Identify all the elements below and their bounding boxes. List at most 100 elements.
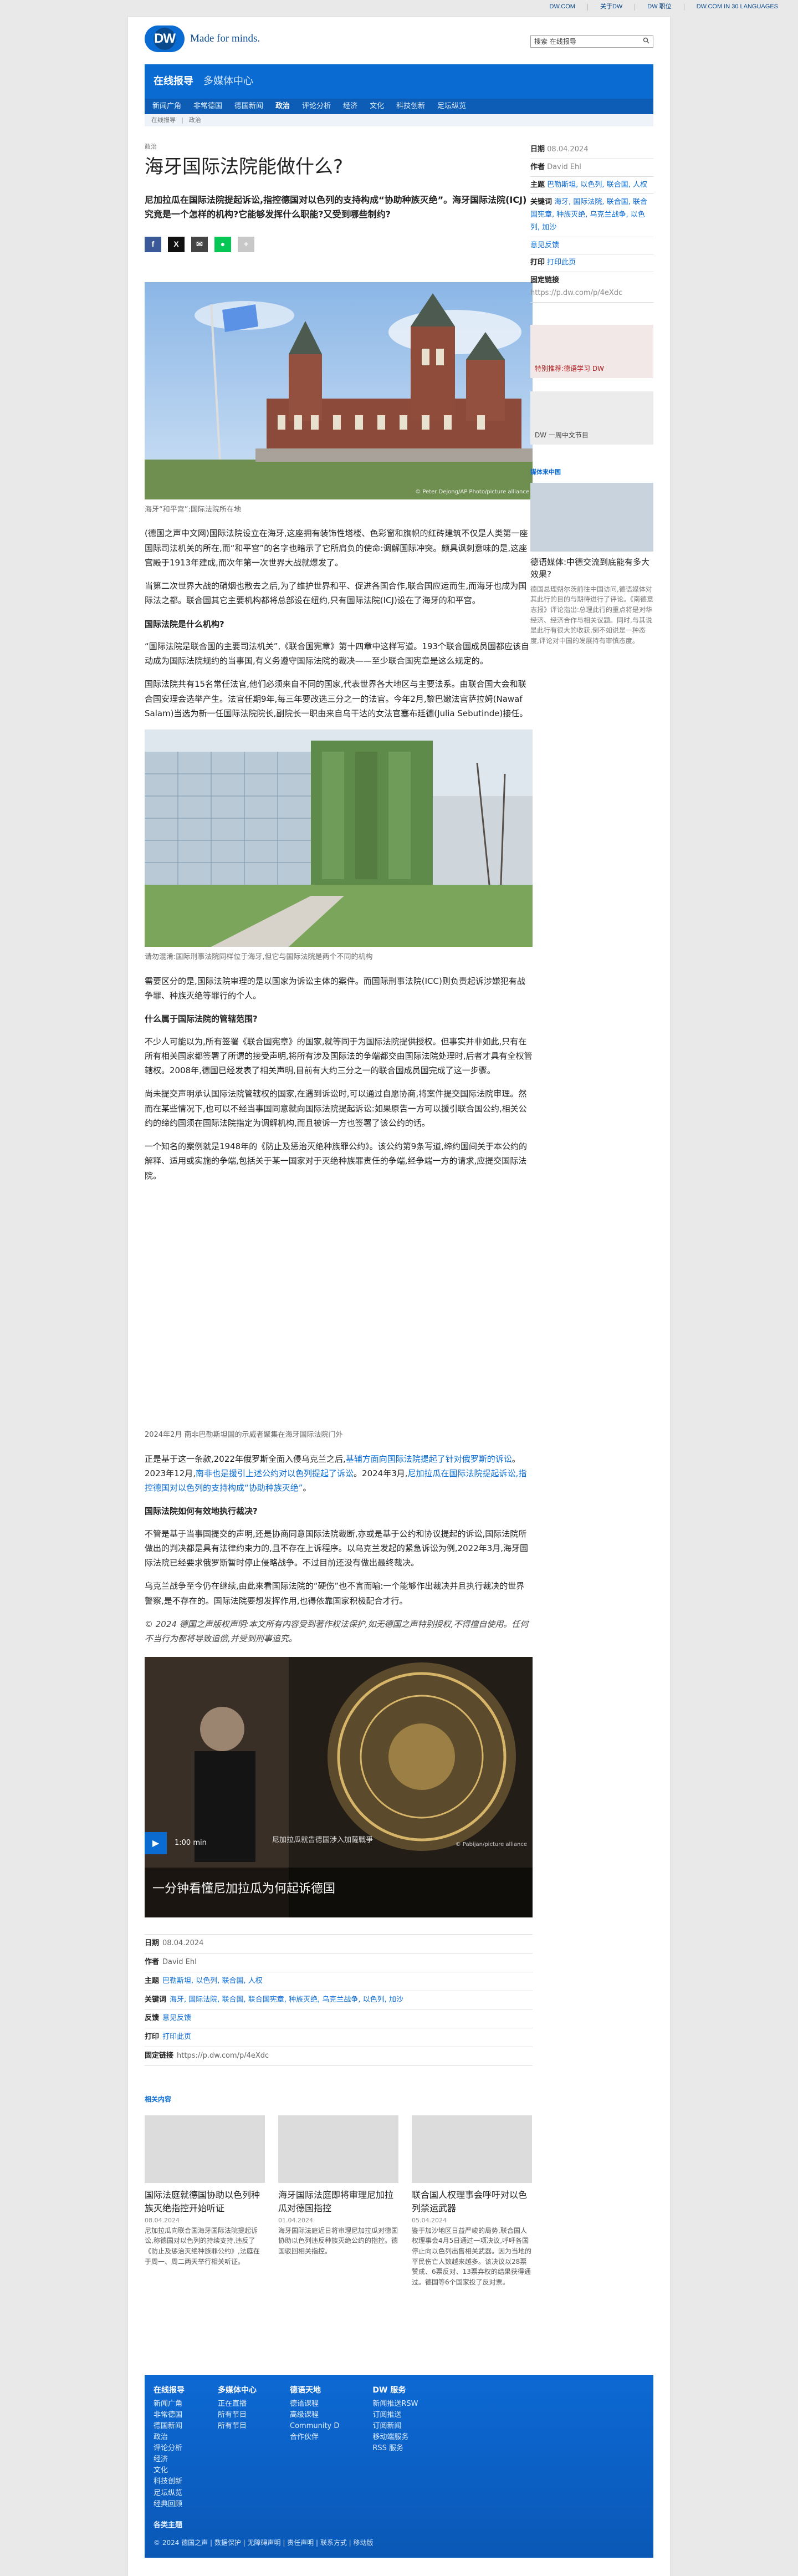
footer-link[interactable]: 评论分析 [154, 2443, 185, 2454]
footer-column: 多媒体中心 正在直播 所有节目 所有节目 [218, 2384, 257, 2531]
footer-link[interactable]: 新闻广角 [154, 2399, 185, 2410]
breadcrumb-item[interactable]: 在线报导 [151, 115, 176, 125]
inline-link[interactable]: 南非也是援引上述公约对以色列提起了诉讼 [196, 1468, 354, 1478]
copyright-notice: © 2024 德国之声版权声明:本文所有内容受到著作权法保护,如无德国之声特别授… [145, 1619, 529, 1644]
promo-banner[interactable]: DW 一周中文节目 [530, 391, 653, 445]
topbar-link-languages[interactable]: DW.COM IN 30 LANGUAGES [697, 2, 778, 12]
search-input[interactable]: 搜索 在线报导 [530, 35, 653, 48]
related-title[interactable]: 联合国人权理事会呼吁对以色列禁运武器 [412, 2189, 532, 2215]
footer-link[interactable]: 足坛纵览 [154, 2488, 185, 2499]
related-title[interactable]: 国际法庭就德国协助以色列种族灭绝指控开始听证 [145, 2189, 265, 2215]
teaser-title[interactable]: 德语媒体:中德交流到底能有多大效果? [530, 556, 653, 581]
meta-date: 08.04.2024 [162, 1939, 204, 1948]
share-bar: f X ✉ ● + [145, 236, 533, 252]
footer-link[interactable]: Community D [290, 2421, 339, 2432]
footer-link[interactable]: 新闻推送RSW [372, 2399, 418, 2410]
footer-legal[interactable]: © 2024 德国之声 | 数据保护 | 无障碍声明 | 责任声明 | 联系方式… [154, 2537, 374, 2549]
topbar-link-about[interactable]: 关于DW [600, 2, 622, 12]
nav-title-online[interactable]: 在线报导 [154, 73, 193, 90]
mail-icon[interactable]: ✉ [191, 236, 208, 252]
related-list: 国际法庭就德国协助以色列种族灭绝指控开始听证 08.04.2024 尼加拉瓜向联… [145, 2115, 533, 2288]
nav-link-science[interactable]: 科技创新 [396, 100, 425, 113]
dw-tagline: Made for minds. [190, 33, 260, 45]
footer-link[interactable]: 经典回顾 [154, 2499, 185, 2510]
topbar-link-jobs[interactable]: DW 职位 [647, 2, 671, 12]
breadcrumb: 在线报导 | 政治 [145, 114, 653, 126]
line-icon[interactable]: ● [214, 236, 231, 252]
sidebar-topics[interactable]: 巴勒斯坦, 以色列, 联合国, 人权 [547, 181, 647, 189]
footer-link[interactable]: 政治 [154, 2432, 185, 2443]
meta-print[interactable]: 打印此页 [162, 2031, 191, 2044]
nav-link-germany[interactable]: 非常德国 [193, 100, 222, 113]
related-title[interactable]: 海牙国际法庭即将审理尼加拉瓜对德国指控 [278, 2189, 398, 2215]
sidebar-date: 08.04.2024 [547, 145, 589, 154]
search-icon[interactable] [643, 36, 649, 48]
video-title[interactable]: 一分钟看懂尼加拉瓜为何起诉德国 [152, 1879, 335, 1900]
article-kicker[interactable]: 政治 [145, 141, 533, 152]
paragraph: “国际法院是联合国的主要司法机关”,《联合国宪章》第十四章中这样写道。193个联… [145, 641, 529, 666]
nav-link-football[interactable]: 足坛纵览 [437, 100, 466, 113]
paragraph: 正是基于这一条款,2022年俄罗斯全面入侵乌克兰之后,基辅方面向国际法院提起了针… [145, 1453, 527, 1493]
section-heading: 国际法院如何有效地执行裁决? [145, 1506, 258, 1517]
x-icon[interactable]: X [168, 236, 185, 252]
meta-permalink[interactable]: https://p.dw.com/p/4eXdc [177, 2050, 269, 2063]
footer-link[interactable]: 非常德国 [154, 2410, 185, 2421]
dw-logo[interactable]: DW Made for minds. [145, 25, 260, 52]
sidebar-feedback[interactable]: 意见反馈 [530, 241, 559, 249]
footer-link[interactable]: 高级课程 [290, 2410, 339, 2421]
more-icon[interactable]: + [238, 236, 254, 252]
nav-link-culture[interactable]: 文化 [370, 100, 384, 113]
related-item[interactable]: 海牙国际法庭即将审理尼加拉瓜对德国指控 01.04.2024 海牙国际法庭近日将… [278, 2115, 398, 2288]
footer-link[interactable]: 订阅新闻 [372, 2421, 418, 2432]
footer-link[interactable]: 合作伙伴 [290, 2432, 339, 2443]
footer-link[interactable]: 德语课程 [290, 2399, 339, 2410]
breadcrumb-item[interactable]: 政治 [189, 115, 201, 125]
related-date: 05.04.2024 [412, 2216, 447, 2224]
footer-link[interactable]: 正在直播 [218, 2399, 257, 2410]
related-thumbnail [145, 2115, 265, 2183]
footer-link[interactable]: 科技创新 [154, 2476, 185, 2487]
play-icon[interactable]: ▶ [145, 1832, 167, 1855]
section-heading: 国际法院是什么机构? [145, 619, 224, 629]
footer-link[interactable]: 经济 [154, 2454, 185, 2465]
paragraph: 国际法院共有15名常任法官,他们必须来自不同的国家,代表世界各大地区与主要法系。… [145, 679, 528, 718]
nav-link-economy[interactable]: 经济 [343, 100, 357, 113]
related-item[interactable]: 联合国人权理事会呼吁对以色列禁运武器 05.04.2024 鉴于加沙地区日益严峻… [412, 2115, 532, 2288]
inline-link[interactable]: 基辅方面向国际法院提起了针对俄罗斯的诉讼 [346, 1454, 512, 1464]
meta-author[interactable]: David Ehl [162, 1956, 197, 1969]
footer-link[interactable]: 文化 [154, 2465, 185, 2476]
nav-link-politics[interactable]: 政治 [275, 100, 290, 113]
nav-title-media[interactable]: 多媒体中心 [203, 73, 253, 90]
meta-feedback[interactable]: 意见反馈 [162, 2012, 191, 2025]
footer-link[interactable]: 所有节目 [218, 2421, 257, 2432]
paragraph: 尚未提交声明承认国际法院管辖权的国家,在遇到诉讼时,可以通过自愿协商,将案件提交… [145, 1089, 527, 1128]
teaser-image[interactable] [530, 482, 653, 552]
footer-link[interactable]: 所有节目 [218, 2410, 257, 2421]
article-title: 海牙国际法院能做什么? [145, 156, 344, 178]
nav-links: 新闻广角 非常德国 德国新闻 政治 评论分析 经济 文化 科技创新 足坛纵览 [145, 99, 653, 114]
nav-link-german-news[interactable]: 德国新闻 [234, 100, 263, 113]
footer-link[interactable]: RSS 服务 [372, 2443, 418, 2454]
peace-palace-image: © Peter Dejong/AP Photo/picture alliance [145, 282, 533, 499]
footer-link[interactable]: 订阅推送 [372, 2410, 418, 2421]
promo-text: 特别推荐:德语学习 DW [535, 364, 604, 373]
video-player[interactable]: 尼加拉瓜就告德国涉入加薩戰爭 © Pabijan/picture allianc… [145, 1657, 533, 1918]
promo-banner[interactable]: 特别推荐:德语学习 DW [530, 324, 653, 378]
search-placeholder: 搜索 在线报导 [534, 37, 576, 45]
video-duration: 1:00 min [175, 1839, 207, 1847]
nav-link-news[interactable]: 新闻广角 [152, 100, 181, 113]
meta-topics[interactable]: 巴勒斯坦, 以色列, 联合国, 人权 [162, 1975, 263, 1988]
icc-building-image [145, 730, 533, 947]
footer-link[interactable]: 移动端服务 [372, 2432, 418, 2443]
sidebar-permalink[interactable]: https://p.dw.com/p/4eXdc [530, 289, 622, 297]
nav-link-commentary[interactable]: 评论分析 [302, 100, 331, 113]
footer-link[interactable]: 各类主题 [154, 2520, 185, 2531]
meta-keywords[interactable]: 海牙, 国际法院, 联合国, 联合国宪章, 种族灭绝, 乌克兰战争, 以色列, … [170, 1994, 403, 2007]
related-item[interactable]: 国际法庭就德国协助以色列种族灭绝指控开始听证 08.04.2024 尼加拉瓜向联… [145, 2115, 265, 2288]
article-meta: 日期 08.04.2024 作者 David Ehl 主题 巴勒斯坦, 以色列, 联合… [145, 1934, 533, 2066]
topbar-link-dwcom[interactable]: DW.COM [550, 2, 575, 12]
sidebar-print[interactable]: 打印此页 [547, 258, 576, 267]
facebook-icon[interactable]: f [145, 236, 161, 252]
sidebar-author[interactable]: David Ehl [547, 163, 581, 171]
footer-link[interactable]: 德国新闻 [154, 2421, 185, 2432]
